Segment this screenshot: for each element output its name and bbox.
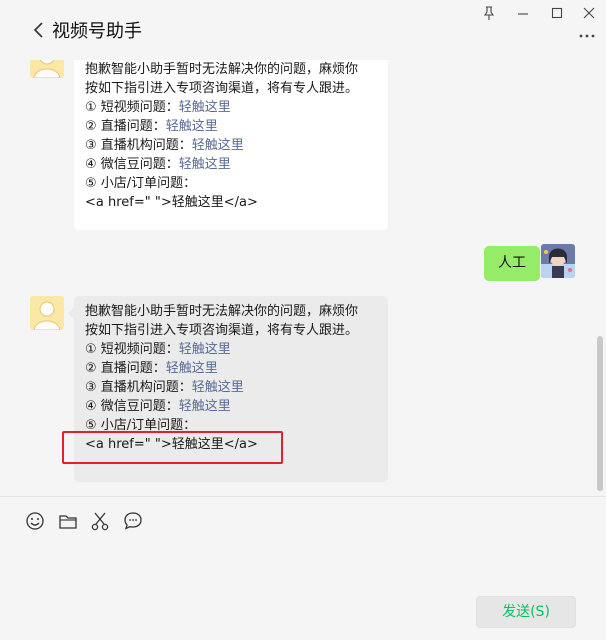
chat-bubble-icon[interactable] <box>122 510 144 532</box>
touch-here-link[interactable]: 轻触这里 <box>192 138 244 153</box>
option-line: ④ 微信豆问题：轻触这里 <box>85 155 378 174</box>
more-icon[interactable] <box>578 30 596 42</box>
touch-here-link[interactable]: 轻触这里 <box>166 361 218 376</box>
option-label: ① 短视频问题： <box>85 100 179 115</box>
option-label: ① 短视频问题： <box>85 342 179 357</box>
pin-icon[interactable] <box>478 4 500 22</box>
touch-here-link[interactable]: 轻触这里 <box>179 399 231 414</box>
folder-icon[interactable] <box>57 510 79 532</box>
user-avatar-image <box>541 244 575 278</box>
touch-here-link[interactable]: 轻触这里 <box>179 342 231 357</box>
option-label: ④ 微信豆问题： <box>85 157 179 172</box>
assistant-avatar-icon <box>30 60 64 78</box>
touch-here-link[interactable]: 轻触这里 <box>179 100 231 115</box>
assistant-avatar[interactable] <box>30 296 64 330</box>
option-line: ① 短视频问题：轻触这里 <box>85 98 378 117</box>
option-line: ② 直播问题：轻触这里 <box>85 117 378 136</box>
message-bubble-assistant: 抱歉智能小助手暂时无法解决你的问题，麻烦你 按如下指引进入专项咨询渠道，将有专人… <box>74 60 388 230</box>
highlight-box <box>62 431 283 464</box>
touch-here-link[interactable]: 轻触这里 <box>166 119 218 134</box>
close-icon[interactable] <box>578 4 600 22</box>
chat-scrollbar[interactable] <box>597 336 603 491</box>
raw-html-line: <a href=" ">轻触这里</a> <box>85 195 258 210</box>
option-label: ③ 直播机构问题： <box>85 138 192 153</box>
assistant-avatar-icon <box>30 296 64 330</box>
touch-here-link[interactable]: 轻触这里 <box>179 157 231 172</box>
message-line: 按如下指引进入专项咨询渠道，将有专人跟进。 <box>85 323 359 338</box>
option-line: ① 短视频问题：轻触这里 <box>85 340 378 359</box>
option-line: ④ 微信豆问题：轻触这里 <box>85 397 378 416</box>
scissors-icon[interactable] <box>89 510 111 532</box>
minimize-icon[interactable] <box>512 4 534 22</box>
option-label: ③ 直播机构问题： <box>85 380 192 395</box>
page-title: 视频号助手 <box>52 21 142 42</box>
message-line: 按如下指引进入专项咨询渠道，将有专人跟进。 <box>85 81 359 96</box>
option-label: ② 直播问题： <box>85 361 166 376</box>
emoji-icon[interactable] <box>24 510 46 532</box>
back-chevron-icon[interactable] <box>28 18 52 42</box>
message-line: 抱歉智能小助手暂时无法解决你的问题，麻烦你 <box>85 304 359 319</box>
assistant-avatar[interactable] <box>30 60 64 78</box>
send-button[interactable]: 发送(S) <box>476 596 576 628</box>
window-header: 视频号助手 <box>0 0 606 60</box>
message-line: 抱歉智能小助手暂时无法解决你的问题，麻烦你 <box>85 62 359 77</box>
option-label: ⑤ 小店/订单问题： <box>85 176 197 191</box>
option-line: ③ 直播机构问题：轻触这里 <box>85 136 378 155</box>
option-label: ② 直播问题： <box>85 119 166 134</box>
option-line: ⑤ 小店/订单问题： <box>85 174 378 193</box>
bubble-tail <box>530 257 536 269</box>
option-label: ④ 微信豆问题： <box>85 399 179 414</box>
maximize-icon[interactable] <box>546 4 568 22</box>
option-line: ② 直播问题：轻触这里 <box>85 359 378 378</box>
user-avatar[interactable] <box>541 244 575 278</box>
touch-here-link[interactable]: 轻触这里 <box>192 380 244 395</box>
option-line: ③ 直播机构问题：轻触这里 <box>85 378 378 397</box>
